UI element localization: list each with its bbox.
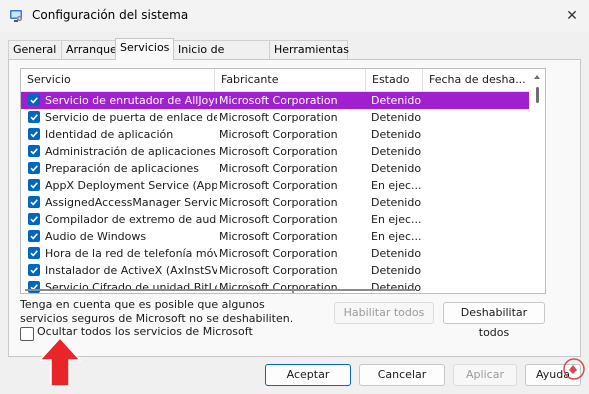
checkmark-icon [30,216,38,223]
service-status: En ejec... [371,213,422,226]
service-name: Servicio de enrutador de AllJoyn [45,94,217,107]
list-rows: Servicio de enrutador de AllJoyn Microsof… [21,92,529,293]
service-name: Identidad de aplicación [45,128,174,141]
table-row[interactable]: Preparación de aplicaciones Microsoft Cor… [21,160,529,177]
tab-servicios[interactable]: Servicios [115,38,174,60]
horizontal-scrollbar[interactable] [21,285,529,293]
checkmark-icon [30,250,38,257]
service-manufacturer: Microsoft Corporation [219,213,338,226]
service-manufacturer: Microsoft Corporation [219,247,338,260]
service-status: Detenido [371,162,422,175]
enable-all-button[interactable]: Habilitar todos [334,302,434,324]
table-row[interactable]: Servicio de puerta de enlace de ... Micro… [21,109,529,126]
arrow-pointer-icon [40,336,82,387]
service-status: Detenido [371,145,422,158]
horizontal-scroll-thumb[interactable] [25,289,415,291]
service-checkbox[interactable] [28,162,40,174]
checkmark-icon [30,233,38,240]
service-status: Detenido [371,94,422,107]
tab-herramientas[interactable]: Herramientas [269,40,349,59]
table-row[interactable]: Servicio de enrutador de AllJoyn Microsof… [21,92,529,109]
tab-inicio-windows[interactable]: Inicio de Windows [173,40,270,74]
table-row[interactable]: Compilador de extremo de audio...Microso… [21,211,529,228]
service-status: En ejec... [371,179,422,192]
checkmark-icon [30,131,38,138]
column-header-servicio[interactable]: Servicio [21,69,215,91]
checkmark-icon [30,182,38,189]
service-manufacturer: Microsoft Corporation [219,179,338,192]
system-config-icon [9,9,23,23]
watermark-logo-icon [563,358,585,380]
service-status: En ejec... [371,230,422,243]
service-checkbox[interactable] [28,145,40,157]
service-checkbox[interactable] [28,264,40,276]
scroll-thumb[interactable] [536,87,539,103]
apply-button[interactable]: Aplicar [453,364,517,386]
table-row[interactable]: Identidad de aplicación Microsoft Corpora… [21,126,529,143]
service-name: AssignedAccessManager Service [45,196,217,209]
window-title: Configuración del sistema [32,8,189,22]
scroll-up-icon[interactable] [534,75,540,79]
table-row[interactable]: Hora de la red de telefonía móvil Microso… [21,245,529,262]
checkmark-icon [30,97,38,104]
table-row[interactable]: Instalador de ActiveX (AxInstSV) Microsof… [21,262,529,279]
service-name: Administración de aplicaciones [45,145,216,158]
vertical-scrollbar[interactable] [529,69,545,293]
service-name: Preparación de aplicaciones [45,162,199,175]
table-row[interactable]: AssignedAccessManager Service Microsoft C… [21,194,529,211]
service-checkbox[interactable] [28,230,40,242]
service-status: Detenido [371,111,422,124]
list-header: Servicio Fabricante Estado Fecha de desh… [21,69,529,92]
service-manufacturer: Microsoft Corporation [219,111,338,124]
service-name: AppX Deployment Service (AppX... [45,179,217,192]
service-checkbox[interactable] [28,247,40,259]
close-icon[interactable]: ✕ [560,5,584,27]
services-list[interactable]: Servicio Fabricante Estado Fecha de desh… [20,68,546,294]
service-manufacturer: Microsoft Corporation [219,94,338,107]
service-manufacturer: Microsoft Corporation [219,162,338,175]
service-manufacturer: Microsoft Corporation [219,264,338,277]
service-name: Instalador de ActiveX (AxInstSV) [45,264,217,277]
table-row[interactable]: Administración de aplicaciones Microsoft … [21,143,529,160]
service-checkbox[interactable] [28,196,40,208]
service-name: Compilador de extremo de audio... [45,213,217,226]
service-name: Audio de Windows [45,230,147,243]
cancel-button[interactable]: Cancelar [359,364,445,386]
tab-general[interactable]: General [8,40,62,59]
service-checkbox[interactable] [28,128,40,140]
service-status: Detenido [371,247,422,260]
tab-arranque[interactable]: Arranque [61,40,117,59]
service-checkbox[interactable] [28,111,40,123]
ok-button[interactable]: Aceptar [265,364,351,386]
table-row[interactable]: AppX Deployment Service (AppX...Microsof… [21,177,529,194]
service-manufacturer: Microsoft Corporation [219,145,338,158]
service-status: Detenido [371,128,422,141]
service-checkbox[interactable] [28,213,40,225]
service-name: Servicio de puerta de enlace de ... [45,111,217,124]
disable-all-button[interactable]: Deshabilitar todos [443,302,545,339]
checkmark-icon [30,114,38,121]
hide-microsoft-checkbox[interactable] [20,327,34,341]
column-header-estado[interactable]: Estado [366,69,423,91]
checkmark-icon [30,148,38,155]
service-manufacturer: Microsoft Corporation [219,196,338,209]
checkmark-icon [30,267,38,274]
title-bar: Configuración del sistema ✕ [0,0,589,32]
column-header-fabricante[interactable]: Fabricante [215,69,366,91]
service-checkbox[interactable] [28,94,40,106]
service-name: Hora de la red de telefonía móvil [45,247,217,260]
table-row[interactable]: Audio de Windows Microsoft Corporation En … [21,228,529,245]
service-checkbox[interactable] [28,179,40,191]
checkmark-icon [30,165,38,172]
checkmark-icon [30,199,38,206]
service-manufacturer: Microsoft Corporation [219,128,338,141]
column-header-fecha[interactable]: Fecha de desha... [423,69,529,91]
warning-note: Tenga en cuenta que es posible que algun… [20,298,294,325]
service-status: Detenido [371,264,422,277]
service-manufacturer: Microsoft Corporation [219,230,338,243]
service-status: Detenido [371,196,422,209]
